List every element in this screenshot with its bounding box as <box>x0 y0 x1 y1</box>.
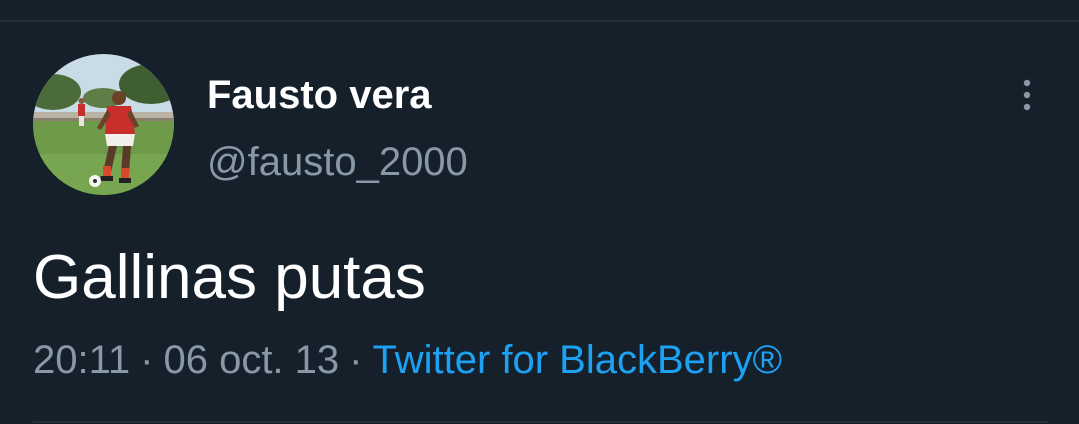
top-divider <box>0 20 1079 22</box>
more-options-button[interactable] <box>1008 74 1046 116</box>
tweet-meta: 20:11 · 06 oct. 13 · Twitter for BlackBerry® <box>33 337 782 383</box>
tweet-detail: Fausto vera @fausto_2000 Gallinas putas … <box>0 0 1079 424</box>
author-handle[interactable]: @fausto_2000 <box>207 140 468 184</box>
avatar-image <box>33 54 174 195</box>
more-vertical-icon <box>1023 79 1031 111</box>
tweet-time: 20:11 <box>33 338 131 382</box>
meta-separator: · <box>140 338 154 382</box>
tweet-source-link[interactable]: Twitter for BlackBerry® <box>372 338 782 382</box>
avatar[interactable] <box>33 54 174 195</box>
meta-separator: · <box>349 338 363 382</box>
author-display-name[interactable]: Fausto vera <box>207 73 432 117</box>
tweet-text: Gallinas putas <box>33 243 426 312</box>
tweet-date: 06 oct. 13 <box>163 338 340 382</box>
bottom-divider <box>33 421 1049 423</box>
